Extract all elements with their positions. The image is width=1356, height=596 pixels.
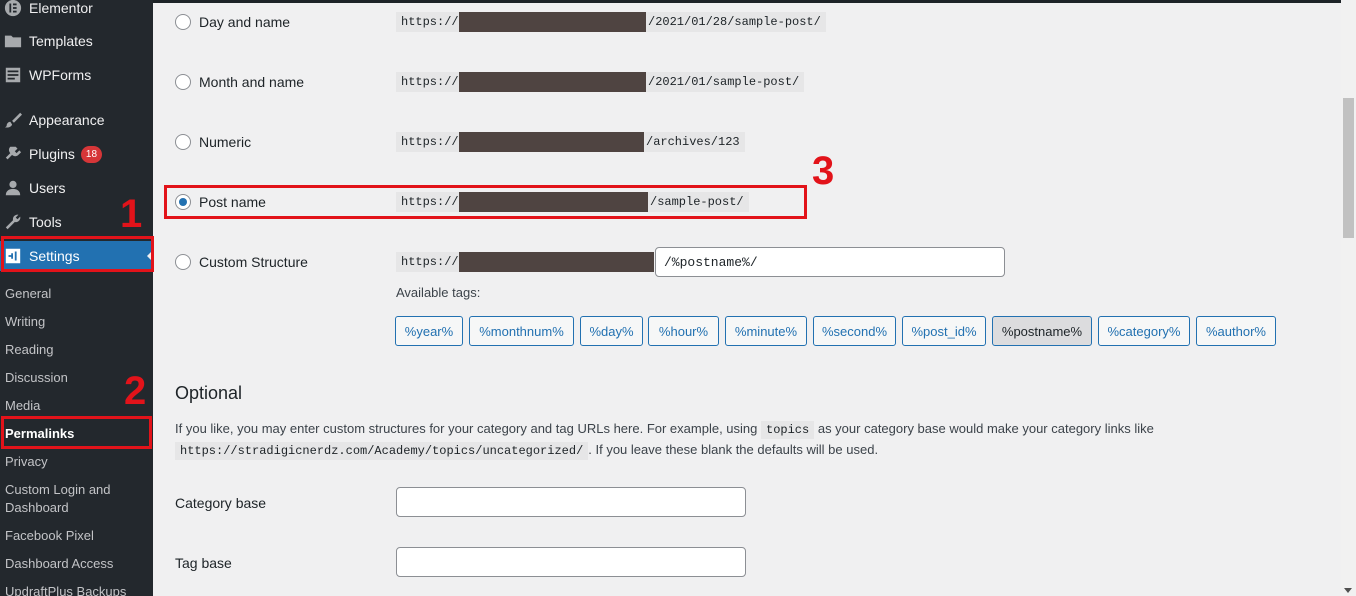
annotation-number-3: 3 <box>812 149 835 193</box>
optional-heading: Optional <box>175 383 243 403</box>
tag-button-hour[interactable]: %hour% <box>648 316 719 346</box>
url-example-custom: https:// <box>396 252 654 272</box>
url-example-month-and-name: https:// /2021/01/sample-post/ <box>396 72 805 92</box>
annotation-number-1: 1 <box>120 192 143 236</box>
url-suffix: /2021/01/sample-post/ <box>648 75 800 89</box>
settings-icon <box>3 246 23 266</box>
tag-button-post-id[interactable]: %post_id% <box>902 316 986 346</box>
option-label-numeric[interactable]: Numeric <box>199 134 251 150</box>
radio-post-name[interactable] <box>175 194 191 210</box>
plugin-update-badge: 18 <box>80 145 103 163</box>
option-label-post-name[interactable]: Post name <box>199 194 266 210</box>
menu-item-templates[interactable]: Templates <box>0 27 153 55</box>
tag-button-year[interactable]: %year% <box>395 316 463 346</box>
tag-button-second[interactable]: %second% <box>813 316 896 346</box>
redacted-domain <box>459 72 646 92</box>
tag-button-author[interactable]: %author% <box>1196 316 1276 346</box>
url-prefix: https:// <box>401 255 459 269</box>
category-base-input[interactable] <box>396 487 746 517</box>
optional-text-1: If you like, you may enter custom struct… <box>175 421 758 436</box>
submenu-item-dashboard-access[interactable]: Dashboard Access <box>5 555 150 573</box>
user-icon <box>3 178 23 198</box>
url-example-day-and-name: https:// /2021/01/28/sample-post/ <box>396 12 826 32</box>
menu-item-elementor[interactable]: Elementor <box>0 0 153 22</box>
page-scrollbar[interactable] <box>1341 0 1356 596</box>
url-example-post-name: https:// /sample-post/ <box>396 192 749 212</box>
category-base-label: Category base <box>175 495 267 511</box>
tag-base-input[interactable] <box>396 547 746 577</box>
wrench-icon <box>3 212 23 232</box>
available-tags-label: Available tags: <box>396 285 481 300</box>
scroll-down-arrow-icon[interactable] <box>1344 588 1352 593</box>
top-border <box>153 0 1341 3</box>
annotation-number-2: 2 <box>124 369 147 413</box>
menu-label: Templates <box>29 33 93 49</box>
url-prefix: https:// <box>401 135 459 149</box>
menu-item-wpforms[interactable]: WPForms <box>0 61 153 89</box>
menu-label: Plugins <box>29 146 75 162</box>
redacted-domain <box>459 252 654 272</box>
url-suffix: /2021/01/28/sample-post/ <box>648 15 821 29</box>
tag-button-monthnum[interactable]: %monthnum% <box>469 316 574 346</box>
url-suffix: /archives/123 <box>646 135 740 149</box>
scrollbar-thumb[interactable] <box>1343 98 1354 238</box>
menu-item-appearance[interactable]: Appearance <box>0 106 153 134</box>
submenu-item-writing[interactable]: Writing <box>5 313 150 331</box>
submenu-item-custom-login[interactable]: Custom Login and Dashboard <box>5 481 125 517</box>
optional-text-3: . If you leave these blank the defaults … <box>588 442 879 457</box>
url-prefix: https:// <box>401 195 459 209</box>
radio-custom-structure[interactable] <box>175 254 191 270</box>
forms-icon <box>3 65 23 85</box>
menu-item-settings[interactable]: Settings <box>0 241 153 271</box>
elementor-icon <box>3 0 23 18</box>
brush-icon <box>3 110 23 130</box>
tag-button-day[interactable]: %day% <box>580 316 643 346</box>
url-prefix: https:// <box>401 15 459 29</box>
menu-label: Users <box>29 180 66 196</box>
redacted-domain <box>459 132 644 152</box>
url-suffix: /sample-post/ <box>650 195 744 209</box>
plugin-icon <box>3 144 23 164</box>
menu-label: Tools <box>29 214 62 230</box>
radio-month-and-name[interactable] <box>175 74 191 90</box>
menu-label: Appearance <box>29 112 105 128</box>
redacted-domain <box>459 192 648 212</box>
submenu-item-permalinks[interactable]: Permalinks <box>5 425 150 443</box>
custom-structure-input[interactable]: /%postname%/ <box>655 247 1005 277</box>
tag-button-category[interactable]: %category% <box>1098 316 1190 346</box>
current-menu-arrow <box>147 250 153 262</box>
url-prefix: https:// <box>401 75 459 89</box>
admin-sidebar: Elementor Templates WPForms Appearance P… <box>0 0 153 596</box>
optional-description: If you like, you may enter custom struct… <box>175 419 1335 461</box>
folder-icon <box>3 31 23 51</box>
optional-code-example-url: https://stradigicnerdz.com/Academy/topic… <box>175 442 589 460</box>
optional-text-2: as your category base would make your ca… <box>817 421 1154 436</box>
tag-base-label: Tag base <box>175 555 232 571</box>
option-label-custom-structure[interactable]: Custom Structure <box>199 254 308 270</box>
tag-button-postname[interactable]: %postname% <box>992 316 1092 346</box>
submenu-item-updraftplus[interactable]: UpdraftPlus Backups <box>5 583 150 596</box>
option-label-day-and-name[interactable]: Day and name <box>199 14 290 30</box>
submenu-item-privacy[interactable]: Privacy <box>5 453 150 471</box>
menu-label: Settings <box>29 248 80 264</box>
tag-button-minute[interactable]: %minute% <box>725 316 807 346</box>
url-example-numeric: https:// /archives/123 <box>396 132 745 152</box>
submenu-item-reading[interactable]: Reading <box>5 341 150 359</box>
radio-numeric[interactable] <box>175 134 191 150</box>
menu-label: Elementor <box>29 0 93 16</box>
option-label-month-and-name[interactable]: Month and name <box>199 74 304 90</box>
menu-item-plugins[interactable]: Plugins 18 <box>0 140 153 168</box>
optional-code-topics: topics <box>761 421 815 439</box>
submenu-item-facebook-pixel[interactable]: Facebook Pixel <box>5 527 150 545</box>
redacted-domain <box>459 12 646 32</box>
menu-label: WPForms <box>29 67 92 83</box>
submenu-item-general[interactable]: General <box>5 285 150 303</box>
radio-day-and-name[interactable] <box>175 14 191 30</box>
